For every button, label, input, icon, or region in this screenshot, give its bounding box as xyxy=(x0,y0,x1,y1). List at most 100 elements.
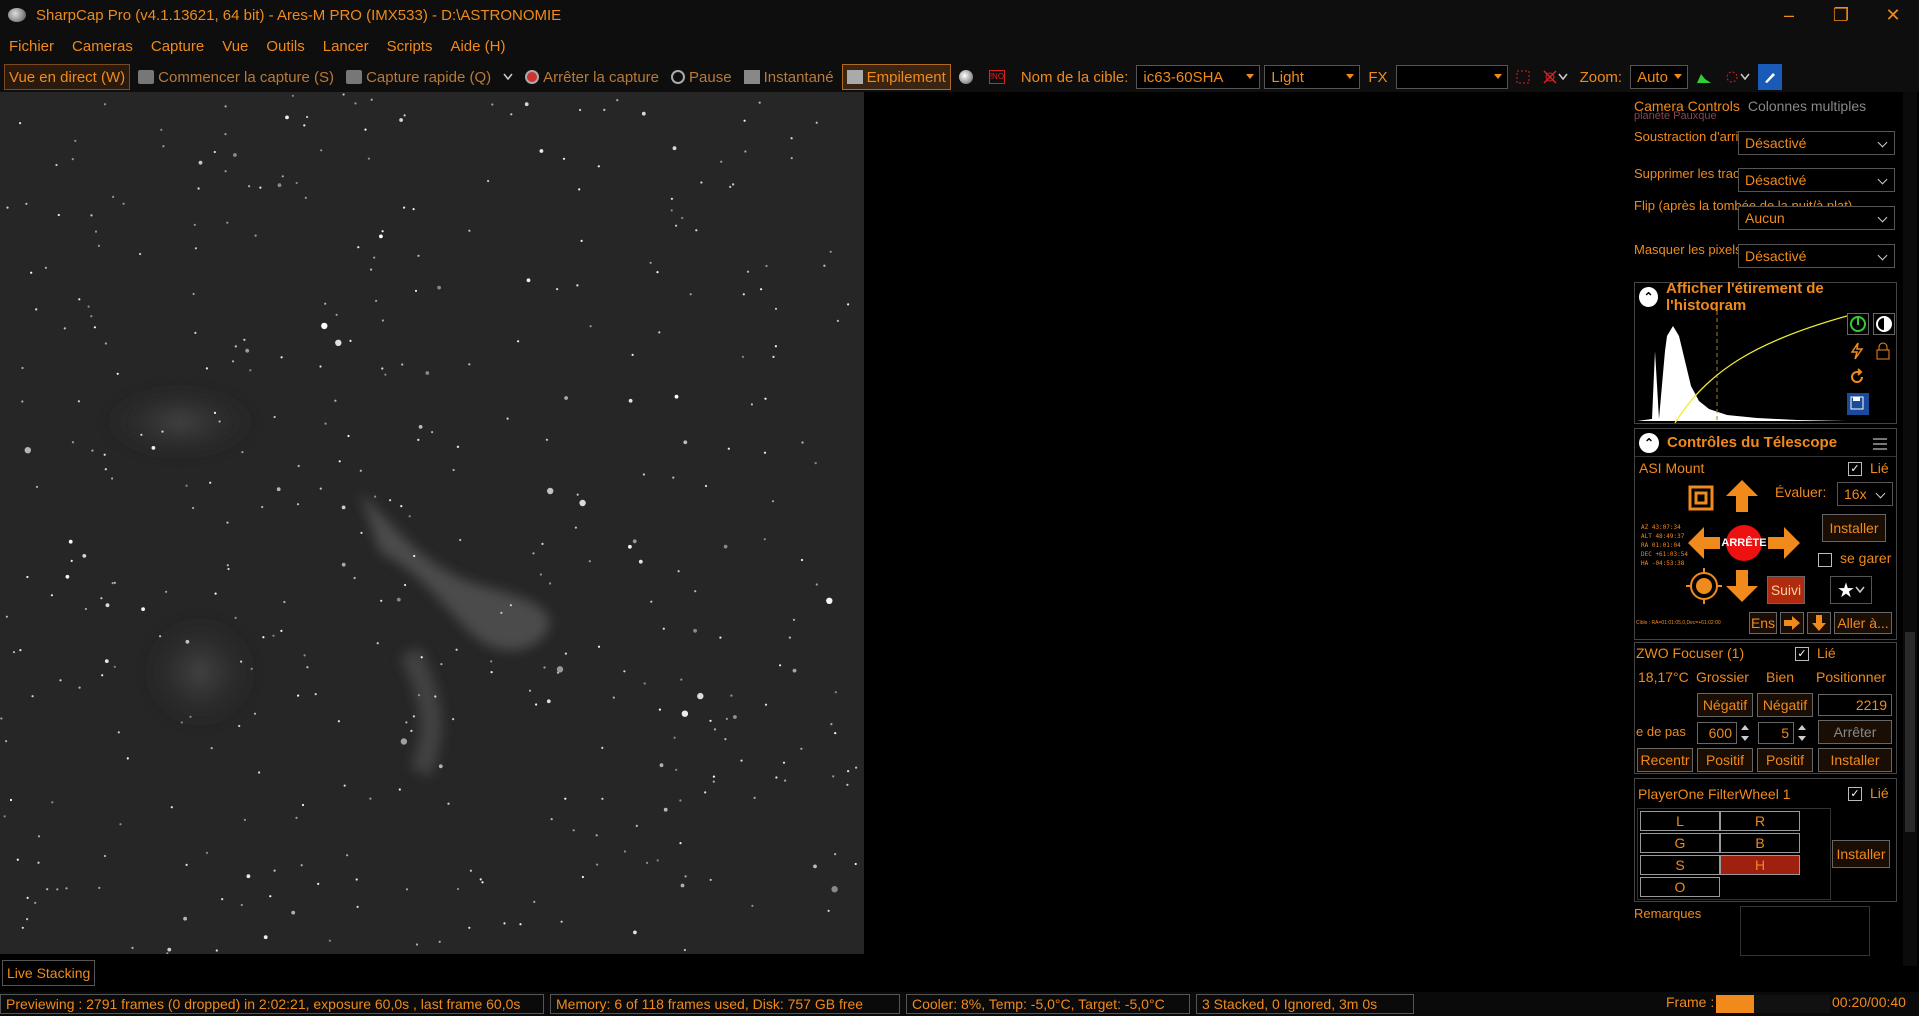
menu-icon[interactable] xyxy=(1872,437,1888,451)
contrast-button[interactable] xyxy=(1873,313,1895,335)
restore-button[interactable]: ❐ xyxy=(1815,0,1867,30)
scrollbar-thumb[interactable] xyxy=(1905,632,1915,832)
filterwheel-linked-checkbox[interactable]: ✓ xyxy=(1848,787,1862,801)
park-label: se garer xyxy=(1840,550,1892,566)
live-stacking-tab[interactable]: Live Stacking xyxy=(2,960,96,986)
zoom-combo[interactable]: Auto xyxy=(1630,65,1689,89)
menu-capture[interactable]: Capture xyxy=(142,38,213,55)
focus-assist-button[interactable] xyxy=(955,64,981,90)
filter-G[interactable]: G xyxy=(1640,833,1720,853)
stacking-button[interactable]: Empilement xyxy=(841,64,951,90)
minimize-button[interactable]: – xyxy=(1763,0,1815,30)
arrow-up-button[interactable] xyxy=(1724,478,1760,514)
live-view-button[interactable]: Vue en direct (W) xyxy=(4,64,131,90)
quick-capture-dropdown[interactable] xyxy=(499,64,517,90)
mask-pixels-select[interactable]: Désactivé xyxy=(1738,244,1895,268)
sphere-icon xyxy=(958,70,973,84)
position-value[interactable]: 2219 xyxy=(1818,694,1892,716)
recenter-button[interactable]: Recentr xyxy=(1637,748,1693,772)
telescope-header[interactable]: ⌃ Contrôles du Télescope xyxy=(1635,429,1896,457)
arrow-down-button[interactable] xyxy=(1724,568,1760,604)
pause-button[interactable]: Pause xyxy=(667,64,736,90)
rate-select[interactable]: 16x xyxy=(1837,482,1893,506)
target-name-combo[interactable]: ic63-60SHA xyxy=(1136,65,1261,89)
panel-scrollbar[interactable] xyxy=(1903,92,1917,966)
flip-select[interactable]: Aucun xyxy=(1738,206,1895,230)
coarse-negative-button[interactable]: Négatif xyxy=(1697,693,1753,717)
step-right-button[interactable] xyxy=(1780,612,1804,634)
fine-step-input[interactable]: 5 xyxy=(1758,722,1794,744)
goto-button[interactable]: Aller à... xyxy=(1834,612,1892,634)
mount-install-button[interactable]: Installer xyxy=(1822,514,1886,542)
satellite-removal-select[interactable]: Désactivé xyxy=(1738,168,1895,192)
histogram-toggle-button[interactable] xyxy=(1692,64,1716,90)
histogram-header[interactable]: ⌃ Afficher l'étirement de l'histogram xyxy=(1635,280,1896,314)
target-marker-button[interactable] xyxy=(1720,64,1754,90)
ens-button[interactable]: Ens xyxy=(1749,612,1777,634)
quick-capture-button[interactable]: Capture rapide (Q) xyxy=(342,64,495,90)
coarse-step-input[interactable]: 600 xyxy=(1697,722,1737,744)
fine-step-spinner[interactable] xyxy=(1795,722,1809,744)
fine-positive-button[interactable]: Positif xyxy=(1757,748,1813,772)
status-stack: 3 Stacked, 0 Ignored, 3m 0s xyxy=(1196,994,1414,1014)
arrow-right-button[interactable] xyxy=(1766,525,1802,561)
menu-fichier[interactable]: Fichier xyxy=(0,38,63,55)
filter-R[interactable]: R xyxy=(1720,811,1800,831)
focuser-install-button[interactable]: Installer xyxy=(1818,748,1892,772)
select-area-button[interactable] xyxy=(1512,64,1534,90)
star-select[interactable]: ★ xyxy=(1830,576,1872,604)
mount-coordinates: AZ 43:07:34 ALT 48:49:37 RA 01:01:04 DEC… xyxy=(1641,523,1688,568)
spiral-search-button[interactable] xyxy=(1685,482,1717,514)
histogram-power-button[interactable] xyxy=(1847,313,1869,335)
close-button[interactable]: ✕ xyxy=(1867,0,1919,30)
star-tool-button[interactable] xyxy=(1758,64,1783,90)
menu-outils[interactable]: Outils xyxy=(257,38,313,55)
filter-B[interactable]: B xyxy=(1720,833,1800,853)
save-button[interactable] xyxy=(1847,393,1869,415)
frame-type-combo[interactable]: Light xyxy=(1264,65,1361,89)
focuser-stop-button[interactable]: Arrêter xyxy=(1818,720,1892,744)
stop-mount-button[interactable]: ARRÊTE xyxy=(1721,525,1767,561)
filterwheel-install-button[interactable]: Installer xyxy=(1832,840,1890,868)
sun-button[interactable] xyxy=(1686,568,1722,604)
background-subtraction-select[interactable]: Désactivé xyxy=(1738,131,1895,155)
menu-bar: Fichier Cameras Capture Vue Outils Lance… xyxy=(0,30,1919,62)
filter-L[interactable]: L xyxy=(1640,811,1720,831)
fine-negative-button[interactable]: Négatif xyxy=(1757,693,1813,717)
start-capture-button[interactable]: Commencer la capture (S) xyxy=(134,64,338,90)
fx-combo[interactable] xyxy=(1395,65,1508,89)
stop-capture-button[interactable]: Arrêter la capture xyxy=(521,64,663,90)
lightning-icon xyxy=(1850,342,1864,360)
histogram-chart[interactable] xyxy=(1637,311,1847,423)
park-checkbox[interactable] xyxy=(1818,553,1832,567)
step-down-button[interactable] xyxy=(1807,612,1831,634)
coarse-positive-button[interactable]: Positif xyxy=(1697,748,1753,772)
arrow-left-button[interactable] xyxy=(1686,525,1722,561)
auto-stretch-button[interactable] xyxy=(1847,341,1869,363)
red-status-button[interactable]: !NO xyxy=(985,64,1013,90)
menu-vue[interactable]: Vue xyxy=(213,38,257,55)
filter-O[interactable]: O xyxy=(1640,877,1720,897)
camera-icon xyxy=(138,70,155,84)
notes-textarea[interactable] xyxy=(1740,906,1870,956)
focuser-linked-checkbox[interactable]: ✓ xyxy=(1795,647,1809,661)
menu-cameras[interactable]: Cameras xyxy=(63,38,142,55)
mount-linked-checkbox[interactable]: ✓ xyxy=(1848,462,1862,476)
tab-multiple-columns[interactable]: Colonnes multiples xyxy=(1748,98,1866,116)
snapshot-button[interactable]: Instantané xyxy=(740,64,838,90)
tracking-button[interactable]: Suivi xyxy=(1767,576,1805,604)
contrast-icon xyxy=(1876,316,1892,332)
menu-scripts[interactable]: Scripts xyxy=(378,38,442,55)
reset-button[interactable] xyxy=(1847,367,1869,389)
star-icon: ★ xyxy=(1837,579,1855,602)
reticle-button[interactable] xyxy=(1538,64,1572,90)
satellite-removal-value: Désactivé xyxy=(1745,172,1807,188)
lock-button[interactable] xyxy=(1873,341,1895,363)
image-viewport[interactable] xyxy=(0,92,1323,954)
menu-lancer[interactable]: Lancer xyxy=(314,38,378,55)
coarse-step-spinner[interactable] xyxy=(1738,722,1752,744)
coarse-label: Grossier xyxy=(1696,669,1749,685)
filter-S[interactable]: S xyxy=(1640,855,1720,875)
menu-aide[interactable]: Aide (H) xyxy=(441,38,514,55)
filter-H[interactable]: H xyxy=(1720,855,1800,875)
